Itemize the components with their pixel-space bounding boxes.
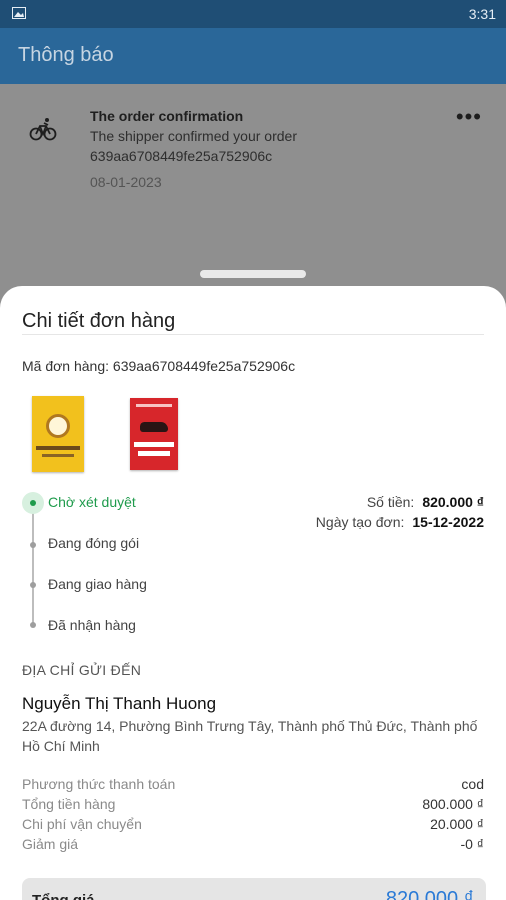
step-packing: Đang đóng gói <box>48 535 140 551</box>
payment-summary: Phương thức thanh toán cod Tổng tiền hàng… <box>22 776 484 856</box>
order-id: Mã đơn hàng: 639aa6708449fe25a752906c <box>22 358 296 374</box>
order-detail-sheet: Chi tiết đơn hàng Mã đơn hàng: 639aa6708… <box>0 286 506 900</box>
total-value: 820.000 ₫ <box>385 888 474 900</box>
address-section-heading: ĐỊA CHỈ GỬI ĐẾN <box>22 662 142 678</box>
subtotal-label: Tổng tiền hàng <box>22 796 116 812</box>
book-cover-red[interactable] <box>130 398 178 470</box>
notification-title: The order confirmation <box>90 108 244 124</box>
amount-value: 820.000 ₫ <box>422 494 484 510</box>
timeline-dot-active <box>22 492 44 514</box>
step-received: Đã nhận hàng <box>48 617 136 633</box>
notification-date: 08-01-2023 <box>90 174 162 190</box>
sheet-title: Chi tiết đơn hàng <box>22 310 176 332</box>
bicycle-icon <box>29 118 57 141</box>
total-bar: Tổng giá 820.000 ₫ <box>22 878 486 900</box>
notification-list: The order confirmation The shipper confi… <box>0 84 506 314</box>
sheet-drag-handle[interactable] <box>200 270 306 278</box>
subtotal-value: 800.000 ₫ <box>422 796 484 812</box>
more-horizontal-icon[interactable]: ••• <box>456 106 482 128</box>
timeline-dot <box>30 582 36 588</box>
shipping-address: 22A đường 14, Phường Bình Trưng Tây, Thà… <box>22 718 478 754</box>
created-date-label: Ngày tạo đơn: <box>315 514 405 530</box>
payment-row: Phương thức thanh toán cod <box>22 776 484 796</box>
timeline-dot <box>30 542 36 548</box>
status-timeline <box>32 502 34 626</box>
page-title: Thông báo <box>18 44 114 66</box>
notification-item[interactable]: The order confirmation The shipper confi… <box>20 102 490 198</box>
payment-row: Chi phí vận chuyển 20.000 ₫ <box>22 816 484 836</box>
status-time: 3:31 <box>468 6 496 22</box>
discount-label: Giảm giá <box>22 836 79 852</box>
step-pending-review: Chờ xét duyệt <box>48 494 136 510</box>
discount-value: -0 ₫ <box>460 836 484 852</box>
notification-message: The shipper confirmed your order <box>90 128 297 144</box>
status-bar: 3:31 <box>0 0 506 28</box>
step-shipping: Đang giao hàng <box>48 576 147 592</box>
amount-block: Số tiền: 820.000 ₫ Ngày tạo đơn: 15-12-202… <box>316 494 484 534</box>
divider <box>22 334 484 335</box>
recipient-name: Nguyễn Thị Thanh Huong <box>22 694 217 713</box>
total-label: Tổng giá <box>32 892 95 900</box>
payment-method-label: Phương thức thanh toán <box>22 776 176 792</box>
amount-label: Số tiền: <box>366 494 415 510</box>
notification-order-id: 639aa6708449fe25a752906c <box>90 148 273 164</box>
payment-row: Tổng tiền hàng 800.000 ₫ <box>22 796 484 816</box>
app-bar: Thông báo <box>0 28 506 84</box>
payment-method-value: cod <box>461 776 484 792</box>
shipping-fee-label: Chi phí vận chuyển <box>22 816 142 832</box>
image-icon <box>12 7 26 19</box>
book-cover-yellow[interactable] <box>32 396 84 472</box>
shipping-fee-value: 20.000 ₫ <box>430 816 484 832</box>
created-date-value: 15-12-2022 <box>412 514 484 530</box>
timeline-dot <box>30 622 36 628</box>
payment-row: Giảm giá -0 ₫ <box>22 836 484 856</box>
